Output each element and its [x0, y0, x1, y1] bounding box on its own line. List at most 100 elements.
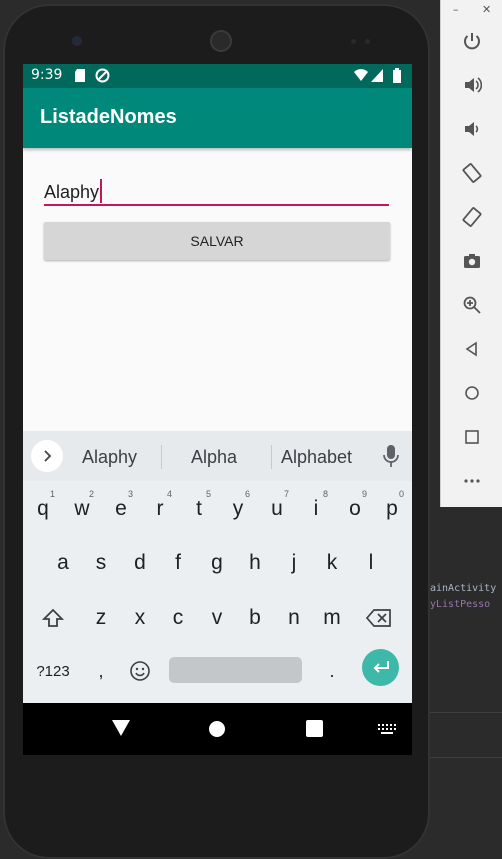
more-dots-icon [464, 479, 480, 483]
wifi-icon [354, 69, 368, 81]
key-w[interactable]: w2 [64, 487, 100, 531]
key-b[interactable]: b [237, 596, 273, 640]
close-icon[interactable]: ✕ [482, 3, 491, 16]
microphone-icon[interactable] [381, 444, 401, 468]
key-a[interactable]: a [45, 541, 81, 585]
volume-up-button[interactable] [457, 70, 487, 100]
back-button[interactable] [457, 334, 487, 364]
keyboard-switch-icon[interactable] [378, 724, 396, 734]
suggestion-2[interactable]: Alpha [191, 447, 237, 468]
key-q[interactable]: q1 [25, 487, 61, 531]
rotate-right-button[interactable] [457, 202, 487, 232]
key-k[interactable]: k [314, 541, 350, 585]
comma-key[interactable]: , [83, 649, 119, 693]
overview-button[interactable] [457, 422, 487, 452]
key-v[interactable]: v [199, 596, 235, 640]
text-cursor [100, 179, 103, 203]
emoji-icon [130, 661, 150, 681]
key-n[interactable]: n [276, 596, 312, 640]
key-r[interactable]: r4 [142, 487, 178, 531]
key-f[interactable]: f [160, 541, 196, 585]
suggestion-1[interactable]: Alaphy [82, 447, 137, 468]
key-l[interactable]: l [353, 541, 389, 585]
soft-keyboard: Alaphy Alpha Alphabet q1 w2 e3 r4 t5 y6 … [23, 431, 412, 703]
key-u[interactable]: u7 [259, 487, 295, 531]
overview-square-icon [465, 430, 479, 444]
speaker-grill [210, 30, 232, 52]
sd-card-icon [75, 69, 85, 82]
key-i[interactable]: i8 [298, 487, 334, 531]
shift-icon [42, 608, 64, 627]
enter-key[interactable] [362, 649, 399, 686]
key-d[interactable]: d [122, 541, 158, 585]
device-screen: 9:39 ListadeNomes Alaphy SALVAR Alaphy A… [23, 64, 412, 755]
key-y[interactable]: y6 [220, 487, 256, 531]
app-title: ListadeNomes [40, 106, 177, 128]
camera-icon [464, 254, 480, 268]
key-m[interactable]: m [314, 596, 350, 640]
rotate-left-button[interactable] [457, 158, 487, 188]
suggestion-divider [161, 445, 162, 469]
suggestion-divider [271, 445, 272, 469]
chevron-right-icon [44, 450, 52, 462]
ide-divider [430, 712, 502, 713]
volume-down-icon [465, 122, 479, 136]
screenshot-button[interactable] [457, 246, 487, 276]
back-nav-icon[interactable] [111, 719, 131, 737]
rotate-right-icon [462, 207, 482, 227]
status-bar: 9:39 [23, 64, 412, 88]
key-o[interactable]: o9 [337, 487, 373, 531]
key-p[interactable]: p0 [374, 487, 410, 531]
rotate-left-icon [462, 163, 482, 183]
suggestion-bar: Alaphy Alpha Alphabet [23, 431, 412, 481]
backspace-key[interactable] [361, 596, 397, 640]
volume-down-button[interactable] [457, 114, 487, 144]
navigation-bar [23, 703, 412, 755]
key-h[interactable]: h [237, 541, 273, 585]
enter-icon [373, 660, 389, 673]
expand-toolbar-button[interactable] [31, 440, 63, 472]
shift-key[interactable] [35, 596, 71, 640]
code-line: ainActivity [430, 583, 497, 594]
suggestion-3[interactable]: Alphabet [281, 447, 352, 468]
home-nav-icon[interactable] [208, 720, 226, 738]
key-e[interactable]: e3 [103, 487, 139, 531]
zoom-icon [463, 296, 481, 314]
save-button[interactable]: SALVAR [44, 222, 390, 260]
key-j[interactable]: j [276, 541, 312, 585]
recents-nav-icon[interactable] [306, 720, 323, 737]
key-g[interactable]: g [199, 541, 235, 585]
backspace-icon [366, 609, 391, 627]
signal-icon [371, 69, 383, 82]
power-button[interactable] [457, 26, 487, 56]
back-triangle-icon [465, 341, 477, 357]
power-icon [464, 33, 480, 50]
key-x[interactable]: x [122, 596, 158, 640]
emoji-key[interactable] [122, 649, 158, 693]
ide-divider [430, 757, 502, 758]
key-s[interactable]: s [83, 541, 119, 585]
emulator-toolbar: – ✕ [440, 0, 502, 507]
key-c[interactable]: c [160, 596, 196, 640]
app-bar: ListadeNomes [23, 88, 412, 148]
key-t[interactable]: t5 [181, 487, 217, 531]
front-camera [72, 36, 82, 46]
symbols-key[interactable]: ?123 [31, 649, 75, 693]
code-line: yListPesso [430, 599, 491, 610]
status-time: 9:39 [31, 67, 63, 83]
zoom-button[interactable] [457, 290, 487, 320]
sensor [351, 39, 356, 44]
window-controls: – ✕ [441, 0, 502, 18]
home-circle-icon [465, 386, 479, 400]
home-button[interactable] [457, 378, 487, 408]
name-input[interactable]: Alaphy [44, 172, 389, 206]
minimize-icon[interactable]: – [453, 3, 459, 16]
name-input-value: Alaphy [44, 182, 100, 202]
sensor [365, 39, 370, 44]
period-key[interactable]: . [314, 649, 350, 693]
space-key[interactable] [169, 657, 302, 683]
key-z[interactable]: z [83, 596, 119, 640]
battery-icon [393, 68, 401, 83]
sync-icon [95, 68, 110, 83]
more-button[interactable] [457, 466, 487, 496]
